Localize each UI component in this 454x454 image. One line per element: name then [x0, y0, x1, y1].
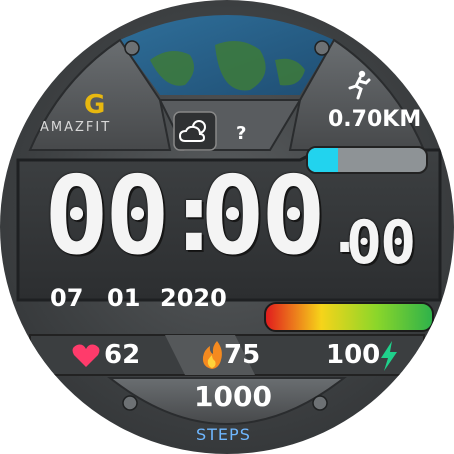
flame-icon	[200, 340, 224, 374]
distance-value: 0.70KM	[328, 107, 422, 132]
screw	[314, 40, 330, 56]
screw	[122, 395, 138, 411]
heart-icon	[72, 344, 100, 372]
heart-rate-value: 62	[104, 340, 141, 370]
weather-temperature: ?	[236, 123, 247, 144]
screw	[312, 395, 328, 411]
watch-face: G AMAZFIT ? 0.70KM 00 : 00 . 00 07 01 20…	[0, 0, 454, 454]
time-hours: 00	[44, 154, 170, 279]
partly-cloudy-icon	[178, 117, 211, 149]
activity-gradient-bar	[264, 302, 434, 332]
amazfit-logo: G	[78, 90, 114, 120]
screw	[124, 40, 140, 56]
steps-label: STEPS	[196, 425, 251, 444]
steps-value: 1000	[194, 380, 272, 413]
calories-value: 75	[224, 340, 261, 370]
date-day: 07	[50, 284, 84, 312]
date-month: 01	[107, 284, 141, 312]
brand-name: AMAZFIT	[40, 120, 112, 135]
running-man-icon	[346, 70, 372, 104]
lightning-icon	[378, 340, 400, 376]
logo-letter: G	[84, 90, 106, 120]
battery-progress-bar	[306, 146, 428, 174]
time-seconds: 00	[346, 208, 416, 278]
time-minutes: 00	[200, 154, 326, 279]
date-year: 2020	[160, 284, 227, 312]
battery-value: 100	[326, 340, 381, 370]
